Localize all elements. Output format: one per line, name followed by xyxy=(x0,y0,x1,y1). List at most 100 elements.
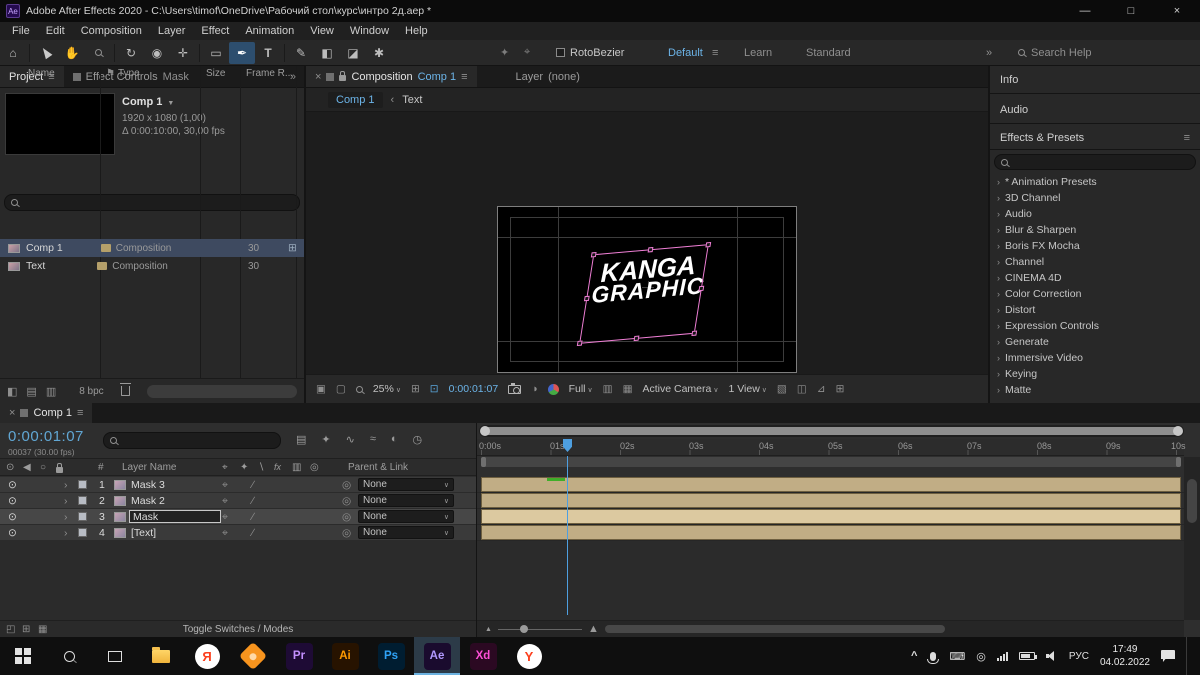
battery-icon[interactable] xyxy=(1019,652,1035,660)
effects-category-audio[interactable]: ›Audio xyxy=(990,206,1200,222)
rotobezier-option[interactable]: RotoBezier xyxy=(556,47,624,59)
taskbar-search-button[interactable] xyxy=(46,637,92,675)
illustrator-button[interactable]: Ai xyxy=(322,637,368,675)
effects-search-input[interactable] xyxy=(994,154,1196,170)
effects-category-matte[interactable]: ›Matte xyxy=(990,382,1200,398)
microphone-icon[interactable] xyxy=(930,652,936,661)
quality-slash-icon[interactable]: ∕ xyxy=(252,495,254,507)
effects-category-distort[interactable]: ›Distort xyxy=(990,302,1200,318)
effects-category-boris-fx[interactable]: ›Boris FX Mocha xyxy=(990,238,1200,254)
layer-color-swatch[interactable] xyxy=(78,496,87,505)
zoom-level-select[interactable]: 25%∨ xyxy=(373,383,401,395)
tab-timeline-comp1[interactable]: × Comp 1 ≡ xyxy=(0,403,92,423)
transparency-grid-icon[interactable]: ▦ xyxy=(623,383,633,395)
close-tab-icon[interactable]: × xyxy=(315,71,321,83)
trash-icon[interactable] xyxy=(121,386,130,396)
comp-flow-icon[interactable]: ⊞ xyxy=(836,383,845,395)
navigator-handle[interactable] xyxy=(482,427,1181,435)
after-effects-button[interactable]: Ae xyxy=(414,637,460,675)
composition-mini-flowchart-icon[interactable]: ▤ xyxy=(296,433,306,446)
eye-icon[interactable]: ⊙ xyxy=(8,479,17,491)
workspace-menu-icon[interactable]: ≡ xyxy=(712,47,718,59)
effects-category-keying[interactable]: ›Keying xyxy=(990,366,1200,382)
roto-brush-tool-icon[interactable]: ✱ xyxy=(366,42,392,64)
project-row-comp1[interactable]: Comp 1 Composition 30 ⊞ xyxy=(0,239,304,257)
selection-handle[interactable] xyxy=(698,286,704,292)
layer-name[interactable]: Mask 3 xyxy=(131,479,165,491)
selection-handle[interactable] xyxy=(577,341,583,347)
expand-icon[interactable]: › xyxy=(64,511,68,523)
tab-layer[interactable]: Layer (none) xyxy=(507,66,589,87)
menu-file[interactable]: File xyxy=(4,25,38,37)
help-search[interactable]: Search Help xyxy=(1018,47,1092,59)
snapshot-camera-icon[interactable] xyxy=(508,385,521,394)
pickwhip-icon[interactable]: ◎ xyxy=(342,495,351,507)
selection-bounding-box[interactable] xyxy=(579,244,709,344)
shy-icon[interactable]: ∿ xyxy=(346,433,355,446)
close-tab-icon[interactable]: × xyxy=(9,407,15,419)
eye-icon[interactable]: ⊙ xyxy=(8,527,17,539)
layer-color-swatch[interactable] xyxy=(78,480,87,489)
layer-duration-bar[interactable] xyxy=(481,509,1181,524)
selection-handle[interactable] xyxy=(591,252,597,258)
zoom-tool-icon[interactable] xyxy=(85,42,111,64)
viewer-timecode[interactable]: 0:00:01:07 xyxy=(449,383,499,395)
clone-stamp-tool-icon[interactable]: ◧ xyxy=(314,42,340,64)
new-composition-icon[interactable]: ▥ xyxy=(46,385,56,398)
quality-icon[interactable]: ⌖ xyxy=(222,495,228,508)
volume-icon[interactable] xyxy=(1046,651,1058,661)
draft-3d-icon[interactable]: ✦ xyxy=(321,433,330,446)
pen-tool-icon[interactable]: ✒ xyxy=(229,42,255,64)
track-row-1[interactable] xyxy=(477,477,1184,493)
track-row-2[interactable] xyxy=(477,493,1184,509)
viewer-area[interactable]: KANGA GRAPHIC xyxy=(306,112,988,374)
layer-color-swatch[interactable] xyxy=(78,528,87,537)
quality-slash-icon[interactable]: ∕ xyxy=(252,527,254,539)
timeline-timecode[interactable]: 0:00:01:07 xyxy=(8,428,84,445)
snapping-icon[interactable]: ⌖ xyxy=(524,46,530,59)
taskbar-clock[interactable]: 17:49 04.02.2022 xyxy=(1100,643,1150,669)
column-name[interactable]: Name xyxy=(28,68,55,79)
project-row-text[interactable]: Text Composition 30 xyxy=(0,257,304,275)
column-parent-link[interactable]: Parent & Link xyxy=(348,462,408,473)
toolbar-overflow-icon[interactable]: » xyxy=(986,47,992,59)
close-icon[interactable]: × xyxy=(1154,0,1200,22)
effects-category-animation-presets[interactable]: ›* Animation Presets xyxy=(990,174,1200,190)
playhead-line[interactable] xyxy=(567,456,568,615)
graph-editor-icon[interactable]: ◷ xyxy=(413,433,423,446)
scrollbar-thumb[interactable] xyxy=(605,625,945,633)
parent-select[interactable]: None∨ xyxy=(358,526,454,539)
start-button[interactable] xyxy=(0,637,46,675)
rotate-tool-icon[interactable]: ↻ xyxy=(118,42,144,64)
camera-tool-icon[interactable]: ◉ xyxy=(144,42,170,64)
project-search-input[interactable] xyxy=(4,194,300,211)
selection-handle[interactable] xyxy=(584,296,590,302)
selection-handle[interactable] xyxy=(705,242,711,248)
column-frame-rate[interactable]: Frame R... xyxy=(246,68,293,79)
layer-row-3[interactable]: ⊙ › 3 Mask ⌖ ∕ ◎ None∨ xyxy=(0,509,476,525)
region-of-interest-icon[interactable]: ▥ xyxy=(603,383,613,395)
layer-duration-bar[interactable] xyxy=(481,525,1181,540)
workspace-standard[interactable]: Standard xyxy=(806,47,851,59)
tray-app-icon[interactable]: ◎ xyxy=(976,650,986,663)
language-indicator[interactable]: РУС xyxy=(1069,651,1089,662)
parent-select[interactable]: None∨ xyxy=(358,510,454,523)
frame-blend-icon[interactable]: ≈ xyxy=(370,433,376,446)
layer-color-swatch[interactable] xyxy=(78,512,87,521)
layer-name[interactable]: [Text] xyxy=(131,527,156,539)
panel-menu-icon[interactable]: ≡ xyxy=(1184,132,1190,144)
maximize-icon[interactable]: □ xyxy=(1108,0,1154,22)
show-desktop-button[interactable] xyxy=(1186,637,1190,675)
menu-animation[interactable]: Animation xyxy=(237,25,302,37)
fast-previews-icon[interactable]: ◫ xyxy=(797,383,807,395)
expand-icon[interactable]: › xyxy=(64,527,68,539)
selection-handle[interactable] xyxy=(634,336,640,342)
breadcrumb-item[interactable]: Text xyxy=(402,94,422,106)
layer-duration-bar[interactable] xyxy=(481,477,1181,492)
exposure-icon[interactable]: ◑ xyxy=(531,383,537,395)
view-layout-select[interactable]: 1 View∨ xyxy=(728,383,766,395)
mask-feather-icon[interactable]: ✦ xyxy=(500,46,509,59)
interpret-footage-icon[interactable]: ◧ xyxy=(7,385,17,398)
eye-icon[interactable]: ⊙ xyxy=(8,511,17,523)
pickwhip-icon[interactable]: ◎ xyxy=(342,527,351,539)
